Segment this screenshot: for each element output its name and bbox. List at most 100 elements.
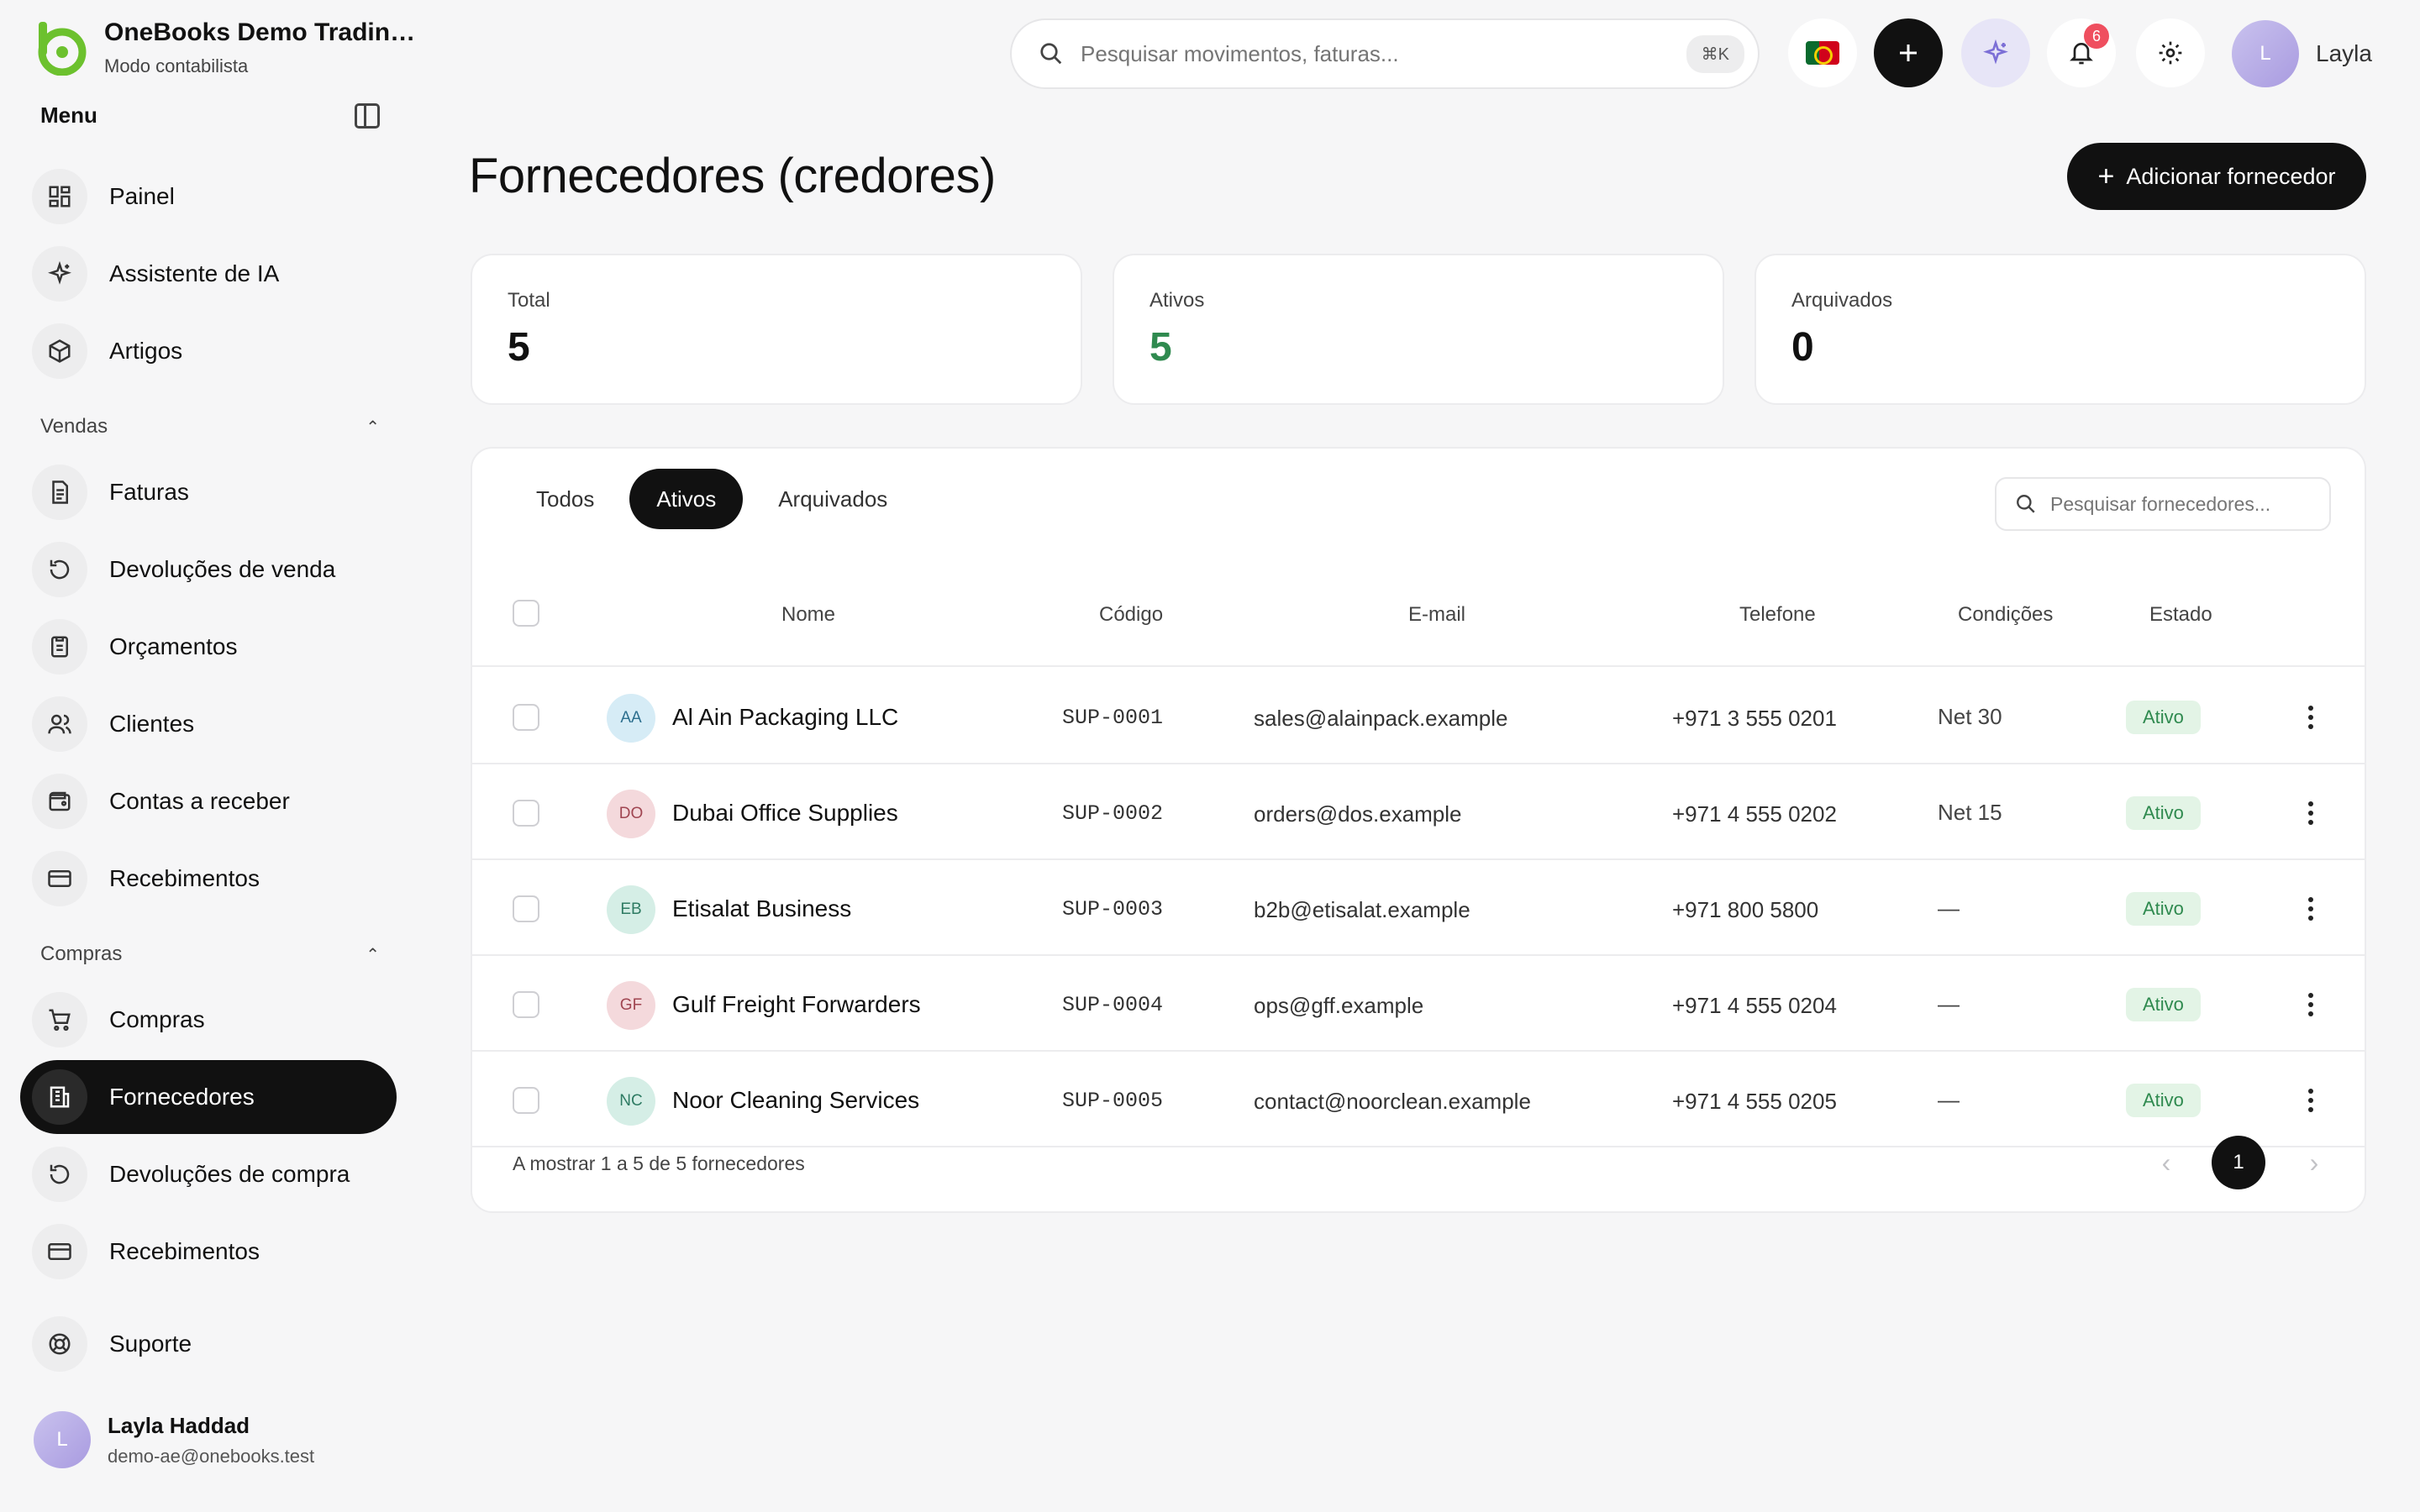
row-actions-button[interactable] [2301,988,2321,1021]
status-badge: Ativo [2126,1084,2201,1117]
row-checkbox[interactable] [513,895,539,922]
sparkles-icon [32,246,87,302]
supplier-avatar: EB [607,885,655,934]
column-header-phone[interactable]: Telefone [1739,603,1816,627]
supplier-name[interactable]: Noor Cleaning Services [672,1087,919,1114]
sidebar-item-devolucoes-compra[interactable]: Devoluções de compra [20,1137,397,1211]
user-card[interactable]: L Layla Haddad demo-ae@onebooks.test [34,1411,314,1468]
users-icon [32,696,87,752]
chevron-right-icon: › [2309,1147,2319,1178]
more-vertical-icon [2308,1089,2313,1094]
ai-assistant-button[interactable] [1961,18,2030,87]
global-search[interactable]: ⌘K [1010,18,1760,89]
supplier-name[interactable]: Dubai Office Supplies [672,800,898,827]
return-icon [32,542,87,597]
dashboard-icon [32,169,87,224]
sidebar-item-recebimentos-vendas[interactable]: Recebimentos [20,842,397,916]
row-actions-button[interactable] [2301,796,2321,830]
column-header-terms[interactable]: Condições [1958,603,2053,627]
sidebar-item-faturas[interactable]: Faturas [20,455,397,529]
supplier-phone: +971 4 555 0202 [1672,801,1837,827]
cart-icon [32,992,87,1047]
brand[interactable]: OneBooks Demo Tradin… Modo contabilista [32,18,415,77]
section-compras[interactable]: Compras ⌃ [40,942,380,966]
quote-icon [32,619,87,675]
table-row[interactable]: NC Noor Cleaning Services SUP-0005 conta… [472,1052,2365,1147]
notification-badge: 6 [2084,24,2109,49]
sidebar-item-recebimentos-compras[interactable]: Recebimentos [20,1215,397,1289]
table-row[interactable]: AA Al Ain Packaging LLC SUP-0001 sales@a… [472,669,2365,764]
add-supplier-button[interactable]: + Adicionar fornecedor [2067,143,2366,210]
filter-tabs: Todos Ativos Arquivados [509,469,923,529]
lifebuoy-icon [32,1316,87,1372]
column-header-name[interactable]: Nome [781,603,835,627]
row-checkbox[interactable] [513,704,539,731]
settings-button[interactable] [2136,18,2205,87]
sidebar-item-orcamentos[interactable]: Orçamentos [20,610,397,684]
page-button-current[interactable]: 1 [2212,1136,2265,1189]
table-row[interactable]: GF Gulf Freight Forwarders SUP-0004 ops@… [472,956,2365,1052]
language-button[interactable] [1788,18,1857,87]
tab-all[interactable]: Todos [509,469,621,529]
sidebar-item-artigos[interactable]: Artigos [20,314,397,388]
tab-active[interactable]: Ativos [629,469,744,529]
sidebar-item-clientes[interactable]: Clientes [20,687,397,761]
supplier-terms: — [1938,1087,1960,1112]
notifications-button[interactable]: 6 [2047,18,2116,87]
tab-archived[interactable]: Arquivados [751,469,914,529]
invoice-icon [32,465,87,520]
more-vertical-icon [2308,801,2313,806]
pagination-summary: A mostrar 1 a 5 de 5 fornecedores [513,1152,805,1174]
row-checkbox[interactable] [513,800,539,827]
supplier-name[interactable]: Etisalat Business [672,895,851,922]
more-vertical-icon [2308,897,2313,902]
sidebar-item-compras[interactable]: Compras [20,983,397,1057]
prev-page-button[interactable]: ‹ [2149,1136,2183,1189]
sidebar-collapse-icon[interactable] [355,102,380,129]
card-icon [32,851,87,906]
column-header-code[interactable]: Código [1099,603,1163,627]
table-row[interactable]: EB Etisalat Business SUP-0003 b2b@etisal… [472,860,2365,956]
sidebar-item-label: Assistente de IA [109,260,280,286]
sparkles-icon [1983,39,2008,65]
supplier-name[interactable]: Gulf Freight Forwarders [672,991,921,1018]
next-page-button[interactable]: › [2297,1136,2331,1189]
select-all-checkbox[interactable] [513,600,539,627]
row-actions-button[interactable] [2301,892,2321,926]
chevron-left-icon: ‹ [2161,1147,2171,1178]
row-checkbox[interactable] [513,1087,539,1114]
sidebar-item-fornecedores[interactable]: Fornecedores [20,1060,397,1134]
row-actions-button[interactable] [2301,1084,2321,1117]
sidebar-item-label: Painel [109,183,175,209]
sidebar-item-contas-receber[interactable]: Contas a receber [20,764,397,838]
sidebar-item-label: Artigos [109,338,183,364]
supplier-code: SUP-0005 [1062,1089,1164,1113]
supplier-code: SUP-0003 [1062,897,1164,921]
global-search-input[interactable] [1081,40,1686,67]
section-vendas[interactable]: Vendas ⌃ [40,415,380,438]
stat-active-card: Ativos 5 [1113,254,1724,405]
quick-add-button[interactable] [1874,18,1943,87]
page-title: Fornecedores (credores) [469,149,996,203]
stat-total-card: Total 5 [471,254,1082,405]
supplier-phone: +971 4 555 0204 [1672,993,1837,1018]
row-actions-button[interactable] [2301,701,2321,734]
supplier-name[interactable]: Al Ain Packaging LLC [672,704,898,731]
sidebar-item-ai-assistant[interactable]: Assistente de IA [20,237,397,311]
account-menu[interactable]: L Layla [2232,20,2372,87]
package-icon [32,323,87,379]
supplier-search[interactable] [1995,477,2331,531]
supplier-search-input[interactable] [2050,492,2319,516]
sidebar-item-devolucoes-venda[interactable]: Devoluções de venda [20,533,397,606]
column-header-email[interactable]: E-mail [1408,603,1465,627]
plus-icon [1900,45,1917,61]
column-header-status[interactable]: Estado [2149,603,2212,627]
sidebar-item-painel[interactable]: Painel [20,160,397,234]
stat-value: 5 [1150,325,1172,370]
sidebar-item-suporte[interactable]: Suporte [20,1307,397,1381]
return-icon [32,1147,87,1202]
sidebar-item-label: Recebimentos [109,1238,260,1264]
supplier-code: SUP-0002 [1062,801,1164,826]
table-row[interactable]: DO Dubai Office Supplies SUP-0002 orders… [472,764,2365,860]
row-checkbox[interactable] [513,991,539,1018]
